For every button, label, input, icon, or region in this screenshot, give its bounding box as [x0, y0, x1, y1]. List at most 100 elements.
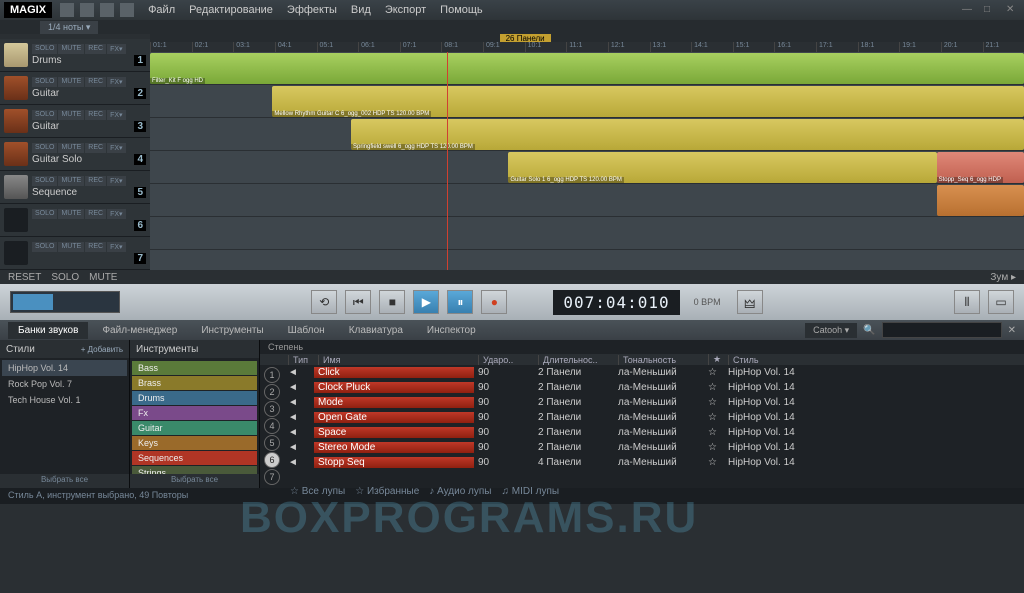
filter-button[interactable]: ☆ Все лупы — [290, 486, 345, 497]
overview[interactable] — [10, 291, 120, 313]
ruler-tick[interactable]: 05:1 — [317, 42, 359, 52]
track-header[interactable]: SOLOMUTERECFX▾ Guitar2 — [0, 72, 150, 105]
mute-button[interactable]: MUTE — [89, 272, 117, 283]
track-btn[interactable]: FX▾ — [107, 110, 125, 120]
instrument-item[interactable]: Strings — [132, 466, 257, 474]
prev-button[interactable]: ⏮ — [345, 290, 371, 314]
menu-edit[interactable]: Редактирование — [189, 4, 273, 16]
track-btn[interactable]: REC — [85, 209, 106, 219]
tab-keyboard[interactable]: Клавиатура — [339, 322, 413, 339]
ruler-tick[interactable]: 18:1 — [858, 42, 900, 52]
track-btn[interactable]: SOLO — [32, 242, 57, 252]
tab-soundbanks[interactable]: Банки звуков — [8, 322, 88, 339]
menu-file[interactable]: Файл — [148, 4, 175, 16]
loop-button[interactable]: ⟲ — [311, 290, 337, 314]
track-btn[interactable]: MUTE — [58, 110, 84, 120]
track-header[interactable]: SOLOMUTERECFX▾ Guitar3 — [0, 105, 150, 138]
menu-effects[interactable]: Эффекты — [287, 4, 337, 16]
style-item[interactable]: Tech House Vol. 1 — [2, 392, 127, 408]
list-item[interactable]: ◄Mode 902 Панели ла-Меньший☆HipHop Vol. … — [284, 395, 1024, 410]
style-item[interactable]: HipHop Vol. 14 — [2, 360, 127, 376]
list-item[interactable]: ◄Space 902 Панели ла-Меньший☆HipHop Vol.… — [284, 425, 1024, 440]
track-btn[interactable]: FX▾ — [107, 143, 125, 153]
menu-export[interactable]: Экспорт — [385, 4, 426, 16]
track-btn[interactable]: REC — [85, 110, 106, 120]
new-icon[interactable] — [60, 3, 74, 17]
quantize-select[interactable]: 1/4 ноты ▾ — [40, 21, 98, 34]
pitch-button[interactable]: 7 — [264, 469, 280, 485]
ruler-tick[interactable]: 17:1 — [816, 42, 858, 52]
track-header[interactable]: SOLOMUTERECFX▾ 6 — [0, 204, 150, 237]
ruler-tick[interactable]: 15:1 — [733, 42, 775, 52]
zoom-label[interactable]: Зум ▸ — [990, 272, 1016, 283]
tab-template[interactable]: Шаблон — [278, 322, 335, 339]
instrument-item[interactable]: Sequences — [132, 451, 257, 465]
track-btn[interactable]: REC — [85, 143, 106, 153]
column-header[interactable]: Длительнос.. — [538, 355, 618, 365]
list-item[interactable]: ◄Open Gate 902 Панели ла-Меньший☆HipHop … — [284, 410, 1024, 425]
reset-button[interactable]: RESET — [8, 272, 41, 283]
search-icon[interactable]: 🔍 — [863, 325, 875, 336]
track-header[interactable]: SOLOMUTERECFX▾ Guitar Solo4 — [0, 138, 150, 171]
ruler-tick[interactable]: 16:1 — [774, 42, 816, 52]
stop-button[interactable]: ■ — [379, 290, 405, 314]
track-btn[interactable]: SOLO — [32, 110, 57, 120]
instrument-item[interactable]: Bass — [132, 361, 257, 375]
track-btn[interactable]: SOLO — [32, 143, 57, 153]
instrument-item[interactable]: Brass — [132, 376, 257, 390]
track-btn[interactable]: REC — [85, 176, 106, 186]
style-item[interactable]: Rock Pop Vol. 7 — [2, 376, 127, 392]
pitch-button[interactable]: 5 — [264, 435, 280, 451]
pitch-button[interactable]: 1 — [264, 367, 280, 383]
track-btn[interactable]: MUTE — [58, 44, 84, 54]
tracks-area[interactable]: Filter_Kit F ogg HD Mellow Rhythm Guitar… — [150, 52, 1024, 270]
column-header[interactable]: Тональность — [618, 355, 708, 365]
pitch-button[interactable]: 6 — [264, 452, 280, 468]
maximize-icon[interactable]: □ — [984, 4, 998, 16]
track-btn[interactable]: FX▾ — [107, 44, 125, 54]
track-btn[interactable]: SOLO — [32, 209, 57, 219]
audio-clip[interactable]: Guitar Solo 1 6_ogg HDP TS 120.00 BPM — [508, 152, 936, 183]
search-source-select[interactable]: Catooh ▾ — [805, 323, 857, 338]
timeline[interactable]: 26 Панели 01:102:103:104:105:106:107:108… — [150, 34, 1024, 270]
ruler-tick[interactable]: 02:1 — [192, 42, 234, 52]
tab-filemanager[interactable]: Файл-менеджер — [92, 322, 187, 339]
list-item[interactable]: ◄Click 902 Панели ла-Меньший☆HipHop Vol.… — [284, 365, 1024, 380]
column-header[interactable]: Тип — [288, 355, 318, 365]
solo-button[interactable]: SOLO — [51, 272, 79, 283]
track-btn[interactable]: SOLO — [32, 176, 57, 186]
time-ruler[interactable]: 01:102:103:104:105:106:107:108:109:110:1… — [150, 42, 1024, 52]
instrument-item[interactable]: Keys — [132, 436, 257, 450]
track-header[interactable]: SOLOMUTERECFX▾ Sequence5 — [0, 171, 150, 204]
mixer-button[interactable]: ⦀ — [954, 290, 980, 314]
ruler-tick[interactable]: 09:1 — [483, 42, 525, 52]
filter-button[interactable]: ☆ Избранные — [355, 486, 419, 497]
marker-ruler[interactable]: 26 Панели — [150, 34, 1024, 42]
save-icon[interactable] — [100, 3, 114, 17]
ruler-tick[interactable]: 03:1 — [233, 42, 275, 52]
column-header[interactable]: Ударо.. — [478, 355, 538, 365]
pitch-button[interactable]: 3 — [264, 401, 280, 417]
audio-clip[interactable] — [937, 185, 1024, 216]
filter-button[interactable]: ♪ Аудио лупы — [429, 486, 491, 497]
track-btn[interactable]: FX▾ — [107, 176, 125, 186]
close-icon[interactable]: ✕ — [1006, 4, 1020, 16]
ruler-tick[interactable]: 21:1 — [983, 42, 1024, 52]
track-btn[interactable]: REC — [85, 242, 106, 252]
tab-instruments[interactable]: Инструменты — [191, 322, 273, 339]
track-header[interactable]: SOLOMUTERECFX▾ Drums1 — [0, 39, 150, 72]
track-btn[interactable]: MUTE — [58, 143, 84, 153]
pause-button[interactable]: ⏸ — [447, 290, 473, 314]
undo-icon[interactable] — [120, 3, 134, 17]
add-style-button[interactable]: + Добавить — [81, 345, 123, 354]
play-button[interactable]: ▶ — [413, 290, 439, 314]
menu-help[interactable]: Помощь — [440, 4, 483, 16]
menu-view[interactable]: Вид — [351, 4, 371, 16]
ruler-tick[interactable]: 10:1 — [525, 42, 567, 52]
track-btn[interactable]: SOLO — [32, 44, 57, 54]
ruler-tick[interactable]: 06:1 — [358, 42, 400, 52]
metronome-button[interactable]: 🜲 — [737, 290, 763, 314]
audio-clip[interactable]: Filter_Kit F ogg HD — [150, 53, 1024, 84]
ruler-tick[interactable]: 04:1 — [275, 42, 317, 52]
ruler-tick[interactable]: 12:1 — [608, 42, 650, 52]
